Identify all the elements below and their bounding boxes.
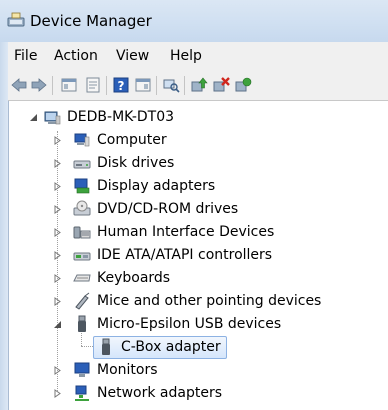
device-manager-icon: [7, 12, 25, 27]
forward-arrow-icon[interactable]: [30, 76, 48, 94]
tree-item-computer[interactable]: Computer: [97, 131, 167, 149]
usb-device-icon: [78, 315, 86, 332]
svg-text:?: ?: [118, 79, 125, 93]
menu-help[interactable]: Help: [170, 48, 202, 64]
expand-arrow-icon[interactable]: [53, 136, 62, 145]
expand-arrow-icon[interactable]: [53, 366, 62, 375]
computer-icon: [74, 133, 90, 147]
update-driver-icon[interactable]: [190, 76, 208, 94]
menu-view[interactable]: View: [116, 48, 149, 64]
monitor-icon: [74, 362, 90, 377]
menu-file[interactable]: File: [14, 48, 37, 64]
enable-device-icon[interactable]: [234, 76, 252, 94]
tree-item-network-adapters[interactable]: Network adapters: [97, 384, 222, 402]
scan-hardware-icon[interactable]: [162, 76, 180, 94]
display-adapter-icon: [74, 178, 90, 194]
menu-bar: File Action View Help: [8, 42, 388, 73]
tree-root-label[interactable]: DEDB-MK-DT03: [67, 108, 174, 126]
console-tree-icon[interactable]: [60, 76, 78, 94]
tree-item-keyboards[interactable]: Keyboards: [97, 269, 170, 287]
computer-root-icon: [44, 111, 61, 125]
tree-item-human-interface-devices[interactable]: Human Interface Devices: [97, 223, 274, 241]
action-pane-icon[interactable]: [134, 76, 152, 94]
toolbar-separator: [156, 76, 157, 95]
expand-arrow-icon[interactable]: [53, 182, 62, 191]
network-adapter-icon: [75, 385, 89, 401]
window-title: Device Manager: [30, 12, 152, 30]
toolbar-separator: [52, 76, 53, 95]
tree-item-monitors[interactable]: Monitors: [97, 361, 158, 379]
usb-plug-icon: [102, 338, 110, 355]
tree-item-ide-controllers[interactable]: IDE ATA/ATAPI controllers: [97, 246, 272, 264]
expand-arrow-icon[interactable]: [53, 274, 62, 283]
device-manager-window: Device Manager File Action View Help ? D…: [0, 0, 388, 410]
toolbar-separator: [106, 76, 107, 95]
help-icon[interactable]: ?: [112, 76, 130, 94]
back-arrow-icon[interactable]: [10, 76, 28, 94]
tree-item-c-box-adapter[interactable]: C-Box adapter: [121, 338, 221, 356]
expand-arrow-icon[interactable]: [53, 228, 62, 237]
expand-arrow-icon[interactable]: [53, 251, 62, 260]
hid-icon: [73, 226, 91, 239]
collapse-arrow-icon[interactable]: [53, 320, 62, 329]
device-tree: DEDB-MK-DT03 Computer Disk drives Displa…: [9, 101, 388, 410]
toolbar-separator: [184, 76, 185, 95]
dvd-drive-icon: [73, 200, 91, 216]
keyboard-icon: [73, 274, 91, 282]
tree-item-micro-epsilon-usb[interactable]: Micro-Epsilon USB devices: [97, 315, 281, 333]
toolbar: ?: [8, 72, 388, 101]
tree-connector: [57, 131, 58, 391]
expand-arrow-icon[interactable]: [53, 159, 62, 168]
expand-arrow-icon[interactable]: [53, 297, 62, 306]
disk-drive-icon: [73, 160, 91, 169]
tree-item-mice[interactable]: Mice and other pointing devices: [97, 292, 321, 310]
mouse-icon: [75, 292, 90, 310]
uninstall-icon[interactable]: [212, 76, 230, 94]
menu-action[interactable]: Action: [54, 48, 98, 64]
expand-arrow-icon[interactable]: [53, 389, 62, 398]
tree-item-disk-drives[interactable]: Disk drives: [97, 154, 174, 172]
tree-connector: [81, 346, 93, 347]
title-bar[interactable]: Device Manager: [0, 0, 388, 42]
expand-arrow-icon[interactable]: [53, 205, 62, 214]
collapse-arrow-icon[interactable]: [29, 113, 38, 122]
properties-icon[interactable]: [84, 76, 102, 94]
tree-item-display-adapters[interactable]: Display adapters: [97, 177, 215, 195]
tree-item-dvd-drives[interactable]: DVD/CD-ROM drives: [97, 200, 238, 218]
ide-controller-icon: [73, 252, 91, 261]
